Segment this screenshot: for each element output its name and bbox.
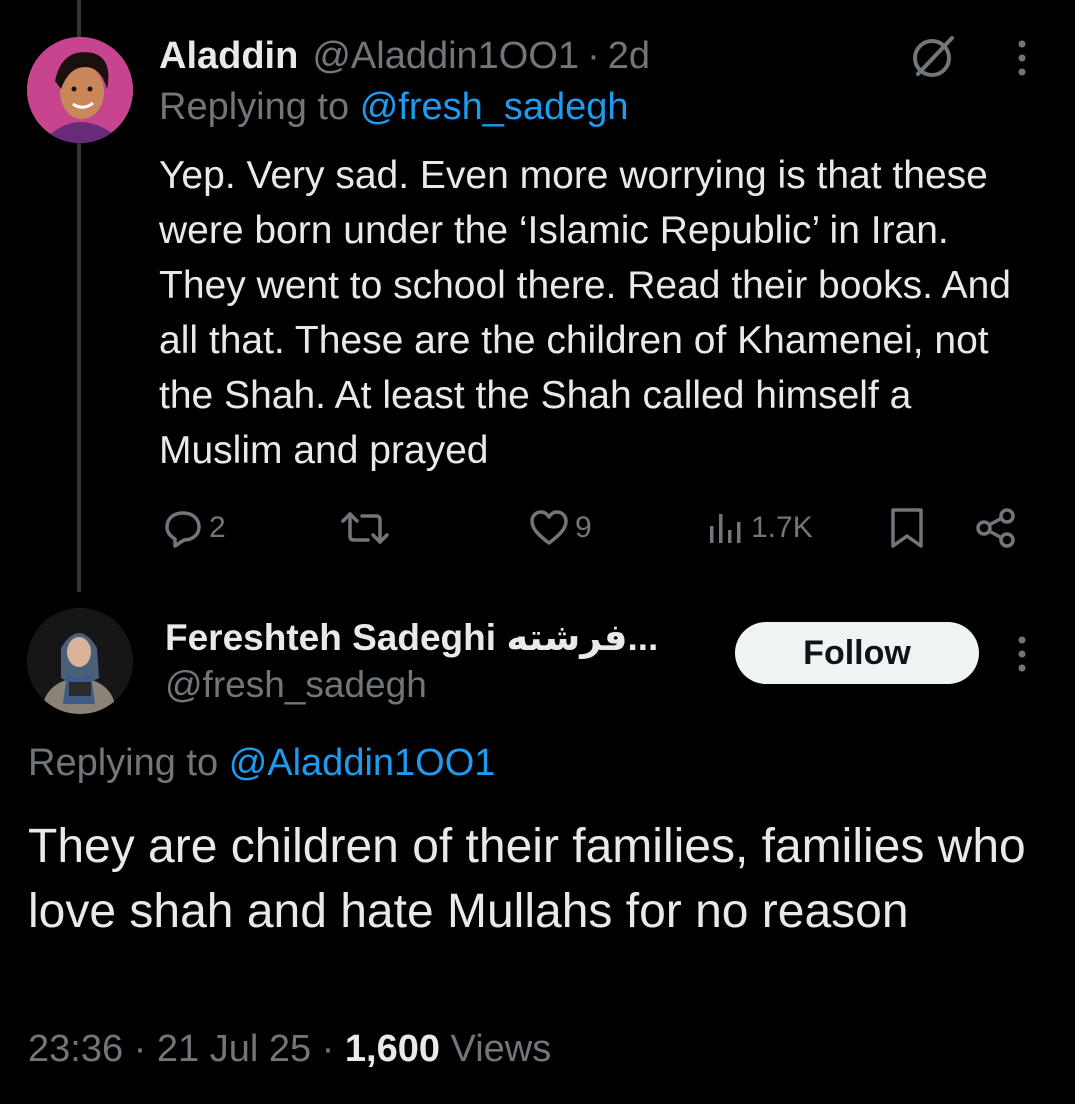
avatar[interactable] bbox=[27, 608, 133, 714]
replying-prefix: Replying to bbox=[28, 742, 219, 784]
display-name[interactable]: Fereshteh Sadeghi فرشته... bbox=[165, 612, 658, 662]
reply-count: 2 bbox=[209, 511, 226, 544]
handle[interactable]: @fresh_sadegh bbox=[165, 664, 427, 706]
bookmark-button[interactable] bbox=[888, 500, 926, 556]
reply-icon bbox=[165, 511, 201, 548]
bookmark-icon bbox=[891, 508, 923, 548]
share-button[interactable] bbox=[974, 500, 1018, 556]
view-count: 1.7K bbox=[751, 511, 813, 544]
share-icon bbox=[976, 508, 1015, 548]
replying-to: Replying to @Aladdin1OO1 bbox=[28, 742, 495, 785]
retweet-button[interactable] bbox=[340, 500, 390, 556]
separator: · bbox=[587, 34, 600, 77]
separator: · bbox=[321, 1028, 335, 1070]
retweet-icon bbox=[341, 512, 389, 544]
like-button[interactable]: 9 bbox=[529, 500, 592, 556]
views-icon bbox=[710, 514, 741, 543]
display-name[interactable]: Aladdin bbox=[159, 35, 298, 78]
replying-prefix: Replying to bbox=[159, 86, 350, 128]
views-label: Views bbox=[450, 1028, 552, 1070]
replying-handle-link[interactable]: @fresh_sadegh bbox=[360, 86, 629, 128]
handle[interactable]: @Aladdin1OO1 bbox=[312, 35, 579, 78]
separator: · bbox=[133, 1028, 147, 1070]
avatar[interactable] bbox=[27, 37, 133, 143]
timestamp[interactable]: 2d bbox=[608, 35, 650, 78]
reply-button[interactable]: 2 bbox=[163, 500, 226, 556]
action-bar: 2 9 1.7K bbox=[0, 500, 1075, 556]
grok-icon[interactable] bbox=[908, 30, 960, 82]
tweet-footer: 23:36 · 21 Jul 25 · 1,600 Views bbox=[28, 1028, 551, 1071]
like-count: 9 bbox=[575, 511, 592, 544]
like-icon bbox=[530, 510, 568, 545]
replying-handle-link[interactable]: @Aladdin1OO1 bbox=[229, 742, 496, 784]
date[interactable]: 21 Jul 25 bbox=[157, 1028, 311, 1070]
replying-to: Replying to @fresh_sadegh bbox=[159, 86, 629, 129]
view-count[interactable]: 1,600 bbox=[345, 1028, 440, 1070]
tweet-text: Yep. Very sad. Even more worrying is tha… bbox=[159, 154, 1012, 472]
tweet-header: Aladdin @Aladdin1OO1 · 2d bbox=[159, 28, 650, 84]
views-button[interactable]: 1.7K bbox=[707, 500, 813, 556]
follow-button[interactable]: Follow bbox=[735, 622, 979, 684]
more-icon[interactable] bbox=[1010, 38, 1034, 78]
tweet-text: They are children of their families, fam… bbox=[28, 820, 1026, 938]
timestamp[interactable]: 23:36 bbox=[28, 1028, 123, 1070]
more-icon[interactable] bbox=[1010, 634, 1034, 674]
